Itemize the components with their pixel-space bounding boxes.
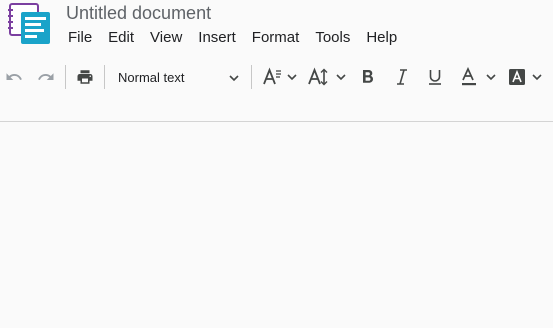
highlight-color-button[interactable] xyxy=(506,58,550,96)
formatting-toolbar: Normal text xyxy=(0,58,553,96)
bold-button[interactable] xyxy=(358,58,378,96)
paragraph-style-value: Normal text xyxy=(118,69,185,85)
underline-button[interactable] xyxy=(425,58,445,96)
menu-edit[interactable]: Edit xyxy=(100,28,142,48)
highlight-color-icon xyxy=(506,67,550,87)
menu-tools[interactable]: Tools xyxy=(307,28,358,48)
app-logo-icon[interactable] xyxy=(8,3,52,45)
italic-button[interactable] xyxy=(392,58,412,96)
undo-icon xyxy=(5,68,23,86)
menu-view[interactable]: View xyxy=(142,28,190,48)
menu-insert[interactable]: Insert xyxy=(190,28,244,48)
document-canvas[interactable] xyxy=(0,122,553,328)
chevron-down-icon xyxy=(228,71,240,89)
line-height-button[interactable] xyxy=(307,58,347,96)
line-height-icon xyxy=(307,67,347,87)
text-color-button[interactable] xyxy=(456,58,500,96)
print-button[interactable] xyxy=(74,58,96,96)
print-icon xyxy=(76,68,94,86)
menu-help[interactable]: Help xyxy=(358,28,405,48)
menu-bar: File Edit View Insert Format Tools Help xyxy=(59,28,405,48)
toolbar-separator xyxy=(104,65,105,89)
document-title[interactable]: Untitled document xyxy=(66,3,211,23)
menu-format[interactable]: Format xyxy=(244,28,308,48)
italic-icon xyxy=(394,68,410,86)
text-color-icon xyxy=(458,67,498,87)
font-size-icon xyxy=(261,67,297,87)
toolbar-separator xyxy=(65,65,66,89)
underline-icon xyxy=(427,68,443,86)
menu-file[interactable]: File xyxy=(59,28,100,48)
font-size-button[interactable] xyxy=(259,58,299,96)
toolbar-separator xyxy=(251,65,252,89)
redo-button[interactable] xyxy=(35,58,57,96)
bold-icon xyxy=(360,68,376,86)
paragraph-style-select[interactable]: Normal text xyxy=(110,62,246,92)
redo-icon xyxy=(37,68,55,86)
app-header: Untitled document File Edit View Insert … xyxy=(0,0,553,56)
undo-button[interactable] xyxy=(3,58,25,96)
